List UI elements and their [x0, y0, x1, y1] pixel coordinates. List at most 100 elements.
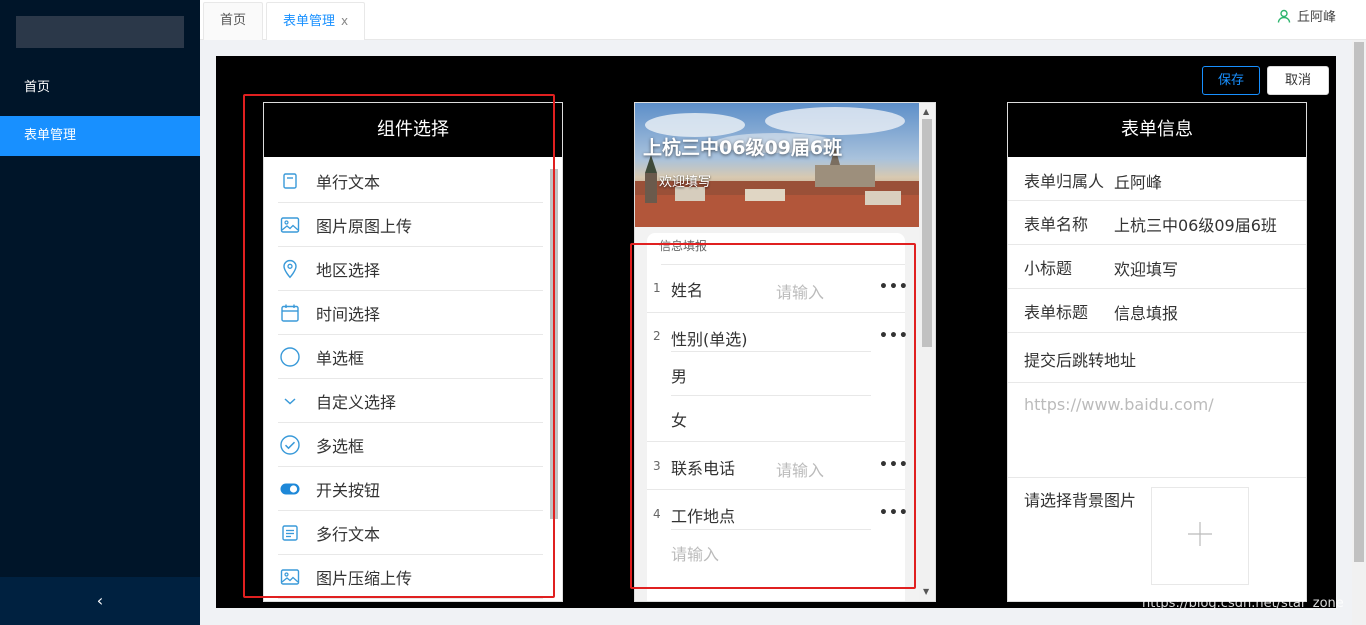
component-item-image-compressed-upload[interactable]: 图片压缩上传: [278, 555, 543, 599]
component-label: 图片原图上传: [316, 216, 413, 236]
page-scrollbar[interactable]: [1352, 40, 1366, 625]
cancel-button[interactable]: 取消: [1267, 66, 1329, 95]
location-pin-icon: [278, 257, 302, 281]
info-row-form-title: 表单标题 信息填报: [1008, 289, 1306, 333]
info-row-subtitle: 小标题 欢迎填写: [1008, 245, 1306, 289]
question-number: 1: [653, 281, 661, 295]
component-list-scrollbar-thumb[interactable]: [550, 169, 558, 519]
component-item-radio[interactable]: 单选框: [278, 335, 543, 379]
component-label: 单行文本: [316, 172, 381, 192]
component-item-region-select[interactable]: 地区选择: [278, 247, 543, 291]
sidebar: 首页 表单管理 ‹: [0, 0, 200, 625]
radio-option[interactable]: 男: [671, 363, 687, 387]
info-value[interactable]: 丘阿峰: [1114, 169, 1162, 193]
image-icon: [278, 565, 302, 589]
question-label: 性别(单选): [671, 330, 748, 349]
logo: [16, 16, 184, 48]
close-icon[interactable]: x: [341, 14, 348, 28]
radio-circle-icon: [278, 345, 302, 369]
question-number: 2: [653, 329, 661, 343]
form-preview-panel: 上杭三中06级09届6班 欢迎填写 信息填报 1 姓名 请输入 ••• 2 性别…: [634, 102, 936, 602]
component-label: 多选框: [316, 436, 365, 456]
divider: [671, 529, 871, 530]
preview-scrollbar-thumb[interactable]: [922, 119, 932, 347]
save-button[interactable]: 保存: [1202, 66, 1260, 95]
doc-icon: [278, 169, 302, 193]
tab-form-label: 表单管理: [283, 14, 336, 29]
info-key: 提交后跳转地址: [1024, 351, 1137, 370]
component-label: 时间选择: [316, 304, 381, 324]
radio-option[interactable]: 女: [671, 407, 687, 431]
plus-icon: [1186, 520, 1214, 552]
background-image-upload[interactable]: [1151, 487, 1249, 585]
page-scrollbar-thumb[interactable]: [1354, 42, 1364, 562]
component-label: 多行文本: [316, 524, 381, 544]
component-item-custom-select[interactable]: 自定义选择: [278, 379, 543, 423]
tab-home[interactable]: 首页: [203, 2, 264, 40]
info-key: 表单名称: [1024, 215, 1089, 234]
question-input-placeholder[interactable]: 请输入: [776, 279, 824, 303]
info-key: 表单归属人: [1024, 172, 1105, 191]
tab-home-label: 首页: [220, 13, 247, 28]
question-input-placeholder[interactable]: 请输入: [776, 457, 824, 481]
divider: [671, 351, 871, 352]
more-options-icon[interactable]: •••: [879, 279, 909, 295]
info-value[interactable]: 欢迎填写: [1114, 256, 1178, 280]
component-item-multiline-text[interactable]: 多行文本: [278, 511, 543, 555]
divider: [647, 441, 905, 442]
info-value[interactable]: 信息填报: [1114, 300, 1178, 324]
form-body-background: 信息填报 1 姓名 请输入 ••• 2 性别(单选) ••• 男 女 3 联系电…: [635, 227, 919, 601]
form-info-title: 表单信息: [1008, 103, 1306, 157]
component-item-switch[interactable]: 开关按钮: [278, 467, 543, 511]
form-card: 信息填报 1 姓名 请输入 ••• 2 性别(单选) ••• 男 女 3 联系电…: [647, 233, 908, 601]
preview-scrollbar[interactable]: ▲ ▼: [919, 103, 935, 601]
info-row-form-name: 表单名称 上杭三中06级09届6班: [1008, 201, 1306, 245]
chevron-down-icon: [278, 389, 302, 413]
component-item-single-line-text[interactable]: 单行文本: [278, 159, 543, 203]
question-label: 联系电话: [671, 459, 736, 478]
banner-subtitle: 欢迎填写: [659, 175, 712, 190]
user-menu[interactable]: 丘阿峰: [1277, 0, 1336, 36]
sidebar-item-home[interactable]: 首页: [0, 68, 200, 108]
question-input-placeholder[interactable]: 请输入: [671, 541, 719, 565]
component-label: 图片压缩上传: [316, 568, 413, 588]
top-bar: 首页 表单管理 x 丘阿峰: [200, 0, 1366, 40]
question-label: 姓名: [671, 281, 704, 300]
component-selection-panel: 组件选择 单行文本 图片原图上传 地区选择 时间选择 单选框 自定义选择 多选框: [263, 102, 563, 602]
component-item-checkbox[interactable]: 多选框: [278, 423, 543, 467]
info-key: 表单标题: [1024, 303, 1089, 322]
form-info-panel: 表单信息 表单归属人 丘阿峰 表单名称 上杭三中06级09届6班 小标题 欢迎填…: [1007, 102, 1307, 602]
component-label: 自定义选择: [316, 392, 397, 412]
tab-form-management[interactable]: 表单管理 x: [266, 2, 366, 40]
component-label: 开关按钮: [316, 480, 381, 500]
info-key: 小标题: [1024, 259, 1073, 278]
component-item-image-original-upload[interactable]: 图片原图上传: [278, 203, 543, 247]
component-label: 单选框: [316, 348, 365, 368]
collapse-sidebar-button[interactable]: ‹: [0, 577, 200, 625]
info-value[interactable]: 上杭三中06级09届6班: [1114, 212, 1277, 236]
banner-title: 上杭三中06级09届6班: [643, 137, 843, 159]
divider: [661, 264, 905, 265]
toggle-icon: [278, 477, 302, 501]
user-name: 丘阿峰: [1296, 10, 1336, 25]
question-number: 4: [653, 507, 661, 521]
more-options-icon[interactable]: •••: [879, 328, 909, 344]
more-options-icon[interactable]: •••: [879, 457, 909, 473]
component-list-scrollbar[interactable]: [550, 159, 558, 599]
redirect-url-area[interactable]: [1008, 383, 1306, 478]
question-label: 工作地点: [671, 507, 736, 526]
info-row-owner: 表单归属人 丘阿峰: [1008, 157, 1306, 201]
sidebar-item-form-management[interactable]: 表单管理: [0, 116, 200, 156]
divider: [647, 312, 905, 313]
scroll-down-arrow[interactable]: ▼: [923, 587, 929, 596]
component-item-time-select[interactable]: 时间选择: [278, 291, 543, 335]
form-title: 信息填报: [659, 239, 708, 253]
component-selection-title: 组件选择: [264, 103, 562, 157]
more-options-icon[interactable]: •••: [879, 505, 909, 521]
watermark: https://blog.csdn.net/star_zone: [1142, 596, 1344, 611]
user-icon: [1277, 2, 1291, 38]
check-circle-icon: [278, 433, 302, 457]
background-image-label: 请选择背景图片: [1024, 491, 1137, 510]
scroll-up-arrow[interactable]: ▲: [923, 107, 929, 116]
info-row-redirect: 提交后跳转地址: [1008, 333, 1306, 383]
